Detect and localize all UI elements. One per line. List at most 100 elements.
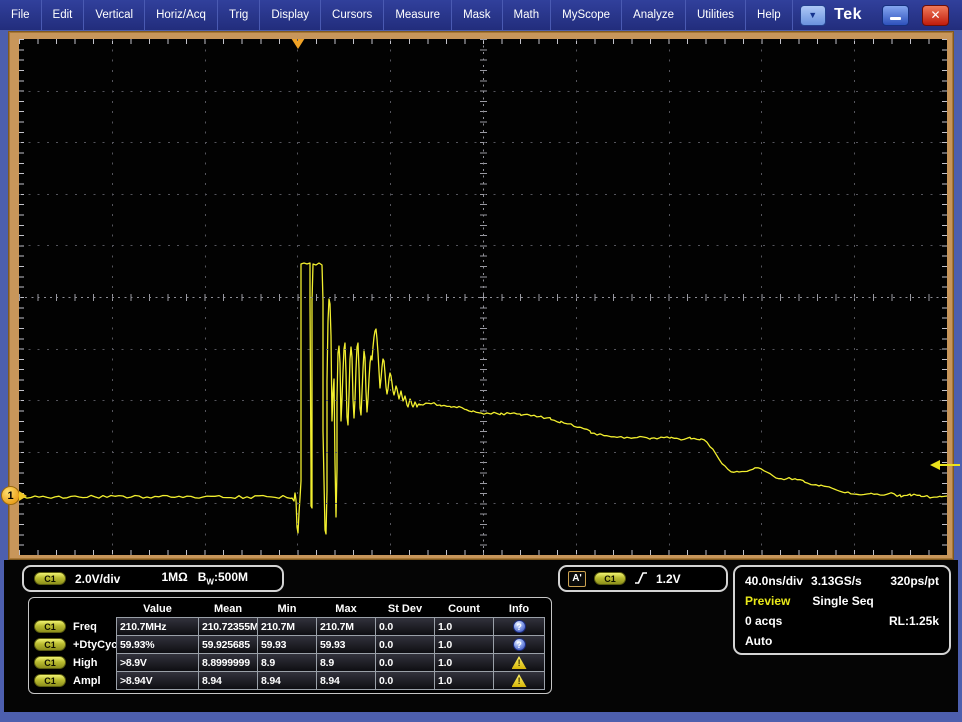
trigger-level-arrow-tail	[940, 464, 960, 466]
acquisition-type: Single Seq	[812, 594, 873, 608]
measurement-cell: 210.7M	[257, 617, 317, 636]
preview-status: Preview	[745, 594, 790, 608]
trigger-level-value: 1.2V	[656, 572, 681, 586]
measurement-cell: 8.9	[316, 653, 376, 672]
grid-vline	[854, 39, 855, 555]
measurement-cell: 210.72355M	[198, 617, 258, 636]
measurement-cell: >8.9V	[116, 653, 199, 672]
measurement-cell: 0.0	[375, 653, 435, 672]
measurement-label: C1 Ampl	[29, 671, 116, 690]
rising-edge-icon	[634, 571, 648, 586]
close-button[interactable]: ✕	[922, 5, 949, 26]
menu-overflow-button[interactable]: ▼	[800, 5, 826, 26]
column-header-mean: Mean	[198, 599, 258, 618]
channel-badge: C1	[34, 620, 66, 633]
menu-item-measure[interactable]: Measure	[384, 0, 452, 30]
menu-item-cursors[interactable]: Cursors	[321, 0, 384, 30]
grid-hline	[19, 349, 947, 350]
channel-badge: C1	[34, 638, 66, 651]
channel-badge: C1	[34, 656, 66, 669]
graticule	[19, 39, 947, 555]
menu-item-trig[interactable]: Trig	[218, 0, 260, 30]
trigger-level-arrow[interactable]	[930, 460, 960, 470]
measurement-cell: 0.0	[375, 671, 435, 690]
info-question-icon[interactable]: ?	[513, 620, 526, 633]
record-length: RL:1.25k	[889, 614, 939, 628]
input-impedance: 1MΩ	[161, 570, 187, 584]
channel-marker[interactable]: 1	[1, 486, 27, 505]
measurement-cell: 8.94	[257, 671, 317, 690]
measurement-info-cell: ?	[493, 617, 545, 636]
channel-marker-arrow-icon	[19, 491, 27, 501]
measurement-header-row: ValueMeanMinMaxSt DevCountInfo	[29, 599, 551, 618]
measurement-cell: 59.93%	[116, 635, 199, 654]
trigger-status: Auto	[745, 634, 772, 648]
menu-item-edit[interactable]: Edit	[42, 0, 85, 30]
column-header-value: Value	[116, 599, 199, 618]
minimize-button[interactable]	[882, 5, 909, 26]
channel-badge: C1	[34, 674, 66, 687]
column-header-max: Max	[316, 599, 376, 618]
menu-item-horizacq[interactable]: Horiz/Acq	[145, 0, 218, 30]
measurement-row-dtycyc: C1+DtyCyc59.93%59.92568559.9359.930.01.0…	[29, 635, 551, 654]
chevron-down-icon: ▼	[808, 10, 817, 20]
measurement-name: Freq	[73, 621, 97, 633]
measurement-cell: 1.0	[434, 635, 494, 654]
measurement-row-freq: C1Freq210.7MHz210.72355M210.7M210.7M0.01…	[29, 617, 551, 636]
timebase-readout[interactable]: 40.0ns/div 3.13GS/s 320ps/pt Preview Sin…	[733, 565, 951, 655]
trigger-readout[interactable]: A' C1 1.2V	[558, 565, 728, 592]
measurement-label: C1 High	[29, 653, 116, 672]
menu-item-utilities[interactable]: Utilities	[686, 0, 746, 30]
measurement-cell: 1.0	[434, 653, 494, 672]
measurement-cell: 8.94	[198, 671, 258, 690]
menu-item-vertical[interactable]: Vertical	[84, 0, 145, 30]
channel-marker-number: 1	[1, 486, 20, 505]
warning-icon[interactable]: !	[512, 674, 527, 687]
acquisition-count: 0 acqs	[745, 614, 782, 628]
warning-icon[interactable]: !	[512, 656, 527, 669]
oscilloscope-screen: FileEditVerticalHoriz/AcqTrigDisplayCurs…	[0, 0, 962, 722]
channel-badge: C1	[34, 572, 66, 585]
measurement-table: ValueMeanMinMaxSt DevCountInfo C1 Freq 210.…	[28, 597, 552, 694]
menu-item-math[interactable]: Math	[503, 0, 552, 30]
measurement-label: C1 +DtyCyc	[29, 635, 116, 654]
menu-item-myscope[interactable]: MyScope	[551, 0, 622, 30]
measurement-cell: 8.94	[316, 671, 376, 690]
measurement-cell: 1.0	[434, 617, 494, 636]
measurement-cell: 59.925685	[198, 635, 258, 654]
measurement-cell: >8.94V	[116, 671, 199, 690]
measurement-cell: 210.7MHz	[116, 617, 199, 636]
menu-item-analyze[interactable]: Analyze	[622, 0, 686, 30]
grid-hline	[19, 503, 947, 504]
measurement-cell: 0.0	[375, 635, 435, 654]
measurement-name: +DtyCyc	[73, 639, 117, 651]
menu-item-display[interactable]: Display	[260, 0, 321, 30]
grid-vline	[761, 39, 762, 555]
sample-rate: 3.13GS/s	[811, 574, 862, 588]
measurement-cell: 8.9	[257, 653, 317, 672]
measurement-header-spacer	[29, 599, 116, 618]
menu-item-file[interactable]: File	[0, 0, 42, 30]
tek-logo: Tek	[834, 6, 862, 24]
bandwidth: BW:500M	[198, 570, 248, 586]
column-header-count: Count	[434, 599, 494, 618]
graticule-frame	[8, 31, 954, 560]
measurement-info-cell: !	[493, 653, 545, 672]
menu-item-mask[interactable]: Mask	[452, 0, 502, 30]
measurement-cell: 59.93	[257, 635, 317, 654]
measurement-cell: 1.0	[434, 671, 494, 690]
channel-readout[interactable]: C1 2.0V/div 1MΩ BW:500M	[22, 565, 284, 592]
menu-item-help[interactable]: Help	[746, 0, 793, 30]
measurement-info-cell: !	[493, 671, 545, 690]
title-bar: FileEditVerticalHoriz/AcqTrigDisplayCurs…	[0, 0, 962, 30]
grid-hline	[19, 400, 947, 401]
trigger-source-badge: A'	[568, 571, 586, 587]
measurement-cell: 0.0	[375, 617, 435, 636]
measurement-name: High	[73, 657, 97, 669]
vertical-scale: 2.0V/div	[75, 572, 120, 586]
info-question-icon[interactable]: ?	[513, 638, 526, 651]
measurement-cell: 210.7M	[316, 617, 376, 636]
column-header-stdev: St Dev	[375, 599, 435, 618]
measurement-cell: 59.93	[316, 635, 376, 654]
measurement-name: Ampl	[73, 675, 101, 687]
